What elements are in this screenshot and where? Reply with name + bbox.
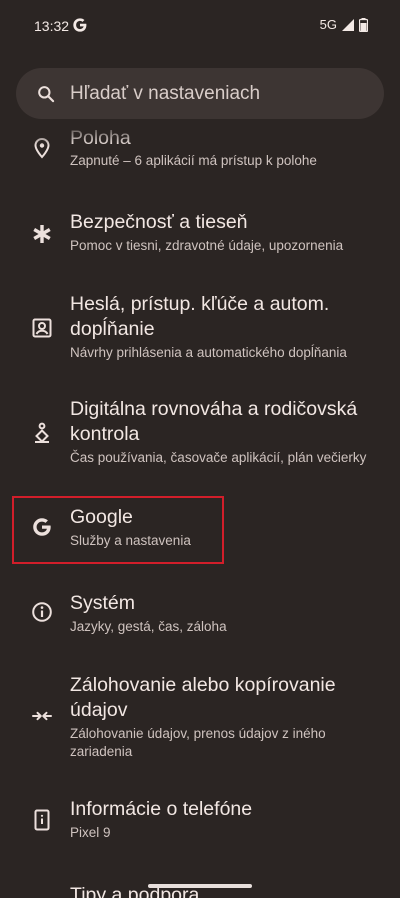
settings-item-system[interactable]: Systém Jazyky, gestá, čas, záloha	[0, 587, 400, 647]
settings-item-tips-support[interactable]: Tipy a podpora	[0, 880, 400, 898]
settings-item-title-line2: kontrola	[70, 423, 140, 445]
settings-item-subtitle: Návrhy prihlásenia a automatického dopĺň…	[70, 345, 347, 360]
wellbeing-icon	[35, 422, 49, 443]
settings-item-subtitle-line1: Zálohovanie údajov, prenos údajov z inéh…	[70, 726, 326, 741]
scroll-fade	[0, 120, 400, 146]
network-type: 5G	[319, 17, 337, 32]
transfer-arrows-icon	[32, 711, 52, 721]
battery-icon	[359, 17, 368, 32]
settings-item-title: Systém	[70, 592, 136, 614]
info-icon	[32, 602, 52, 622]
selection-highlight-box	[12, 496, 224, 564]
asterisk-icon	[33, 225, 51, 243]
settings-item-safety[interactable]: Bezpečnosť a tieseň Pomoc v tiesni, zdra…	[0, 206, 400, 266]
search-icon	[38, 85, 55, 102]
search-bar[interactable]: Hľadať v nastaveniach	[16, 68, 384, 119]
settings-item-backup[interactable]: Zálohovanie alebo kopírovanie údajov Zál…	[0, 670, 400, 770]
signal-icon	[342, 18, 354, 31]
search-input[interactable]: Hľadať v nastaveniach	[70, 83, 260, 105]
settings-item-title: Informácie o telefóne	[70, 798, 253, 820]
settings-item-subtitle-line2: zariadenia	[70, 744, 133, 759]
settings-item-digital-wellbeing[interactable]: Digitálna rovnováha a rodičovská kontrol…	[0, 394, 400, 474]
status-time: 13:32	[34, 18, 70, 34]
settings-item-subtitle: Pixel 9	[70, 825, 111, 840]
settings-item-title-line1: Digitálna rovnováha a rodičovská	[70, 398, 358, 420]
status-indicators: 5G	[320, 17, 368, 32]
settings-item-subtitle: Pomoc v tiesni, zdravotné údaje, upozorn…	[70, 238, 344, 253]
settings-item-subtitle: Čas používania, časovače aplikácií, plán…	[70, 450, 367, 465]
phone-info-icon	[34, 809, 50, 831]
gesture-navigation-bar[interactable]	[148, 884, 252, 888]
settings-item-title-line2: údajov	[70, 699, 128, 721]
google-status-icon	[73, 18, 87, 32]
settings-item-subtitle: Zapnuté – 6 aplikácií má prístup k poloh…	[70, 153, 317, 168]
settings-item-about-phone[interactable]: Informácie o telefóne Pixel 9	[0, 795, 400, 855]
settings-item-title-line1: Zálohovanie alebo kopírovanie	[70, 674, 336, 696]
settings-item-title-line2: dopĺňanie	[70, 318, 155, 340]
settings-item-subtitle: Jazyky, gestá, čas, záloha	[70, 619, 227, 634]
settings-item-title-line1: Heslá, prístup. kľúče a autom.	[70, 293, 330, 315]
account-box-icon	[32, 318, 52, 338]
settings-item-passwords[interactable]: Heslá, prístup. kľúče a autom. dopĺňanie…	[0, 289, 400, 369]
settings-item-title: Bezpečnosť a tieseň	[70, 211, 248, 233]
status-bar: 13:32 5G	[0, 0, 400, 52]
